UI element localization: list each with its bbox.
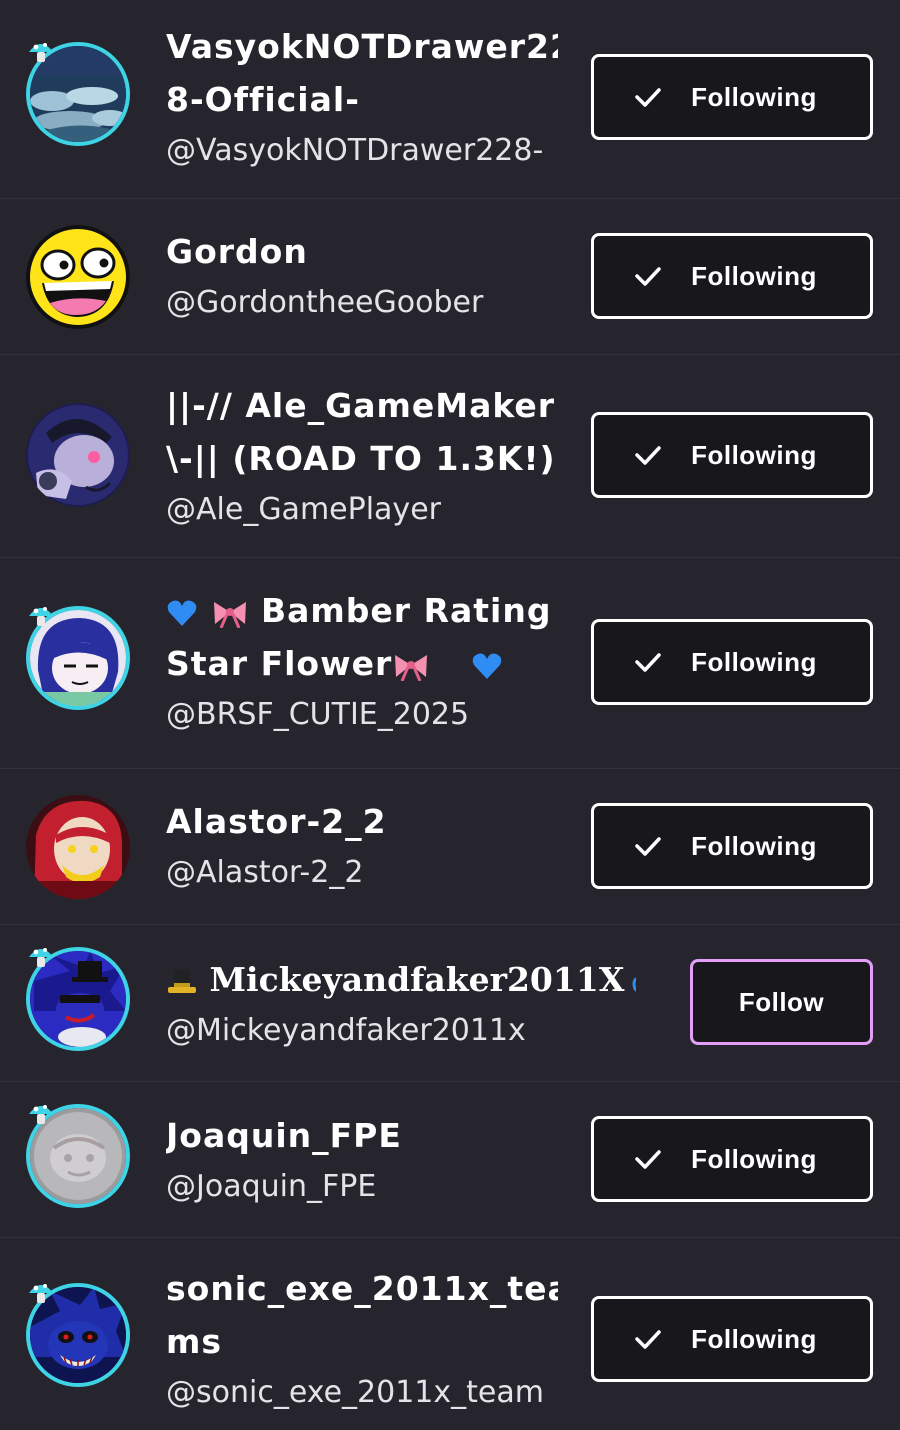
blue-heart-icon xyxy=(472,653,502,679)
following-button[interactable]: Following xyxy=(591,1296,873,1382)
mushroom-badge-icon xyxy=(29,607,53,626)
following-button[interactable]: Following xyxy=(591,233,873,319)
follow-button-label: Follow xyxy=(738,986,825,1017)
awesome-face-avatar xyxy=(26,225,130,329)
following-button-label: Following xyxy=(691,1143,817,1174)
follow-button[interactable]: Follow xyxy=(690,959,873,1045)
ribbon-icon xyxy=(395,654,428,681)
blue-heart-icon xyxy=(167,600,197,626)
following-button-label: Following xyxy=(691,260,817,291)
display-name-text: Bamber Rating xyxy=(261,591,552,630)
username-handle: @Alastor-2_2 xyxy=(166,855,364,890)
display-name: Gordon xyxy=(166,232,308,271)
user-info: ||-// Ale_GameMaker \ \-|| (ROAD TO 1.3K… xyxy=(166,379,558,535)
following-button[interactable]: Following xyxy=(591,1116,873,1202)
following-button-label: Following xyxy=(691,81,817,112)
avatar[interactable] xyxy=(26,795,130,899)
display-name-line2: Star Flower xyxy=(166,637,558,690)
check-icon xyxy=(635,1330,661,1349)
display-name: ||-// Ale_GameMaker \ xyxy=(166,386,558,425)
username-handle: @VasyokNOTDrawer228- xyxy=(166,133,544,168)
display-name: Mickeyandfaker2011X xyxy=(166,953,636,1006)
display-name-line2: ms xyxy=(166,1322,223,1361)
check-icon xyxy=(635,1150,661,1169)
display-name-text: Mickeyandfaker2011X xyxy=(209,960,625,999)
display-name: Bamber Rating xyxy=(166,584,558,637)
following-button-label: Following xyxy=(691,830,817,861)
following-button[interactable]: Following xyxy=(591,54,873,140)
username-handle: @Joaquin_FPE xyxy=(166,1169,377,1204)
mushroom-badge-icon xyxy=(29,43,53,62)
list-item[interactable]: Alastor-2_2 @Alastor-2_2 Following xyxy=(0,769,900,925)
display-name-line2: \-|| (ROAD TO 1.3K!)... xyxy=(166,439,558,478)
following-button-label: Following xyxy=(691,1323,817,1354)
display-name: sonic_exe_2011x_tea xyxy=(166,1269,558,1308)
list-item[interactable]: Bamber Rating Star Flower @BRSF_CUTIE_20… xyxy=(0,558,900,769)
display-name: VasyokNOTDrawer22 xyxy=(166,27,558,66)
username-handle: @sonic_exe_2011x_team xyxy=(166,1375,544,1410)
username-handle: @GordontheeGoober xyxy=(166,285,484,320)
list-item[interactable]: Mickeyandfaker2011X @Mickeyandfaker2011x… xyxy=(0,925,900,1082)
mushroom-badge-icon xyxy=(29,1105,53,1124)
top-hat-icon xyxy=(168,969,196,993)
cyclone-icon xyxy=(632,977,636,992)
list-item[interactable]: ||-// Ale_GameMaker \ \-|| (ROAD TO 1.3K… xyxy=(0,355,900,558)
check-icon xyxy=(635,653,661,672)
user-info: Bamber Rating Star Flower @BRSF_CUTIE_20… xyxy=(166,584,558,740)
check-icon xyxy=(635,267,661,286)
user-info: sonic_exe_2011x_tea ms @sonic_exe_2011x_… xyxy=(166,1262,558,1418)
following-list: VasyokNOTDrawer22 8-Official- @VasyokNOT… xyxy=(0,0,900,1430)
list-item[interactable]: VasyokNOTDrawer22 8-Official- @VasyokNOT… xyxy=(0,0,900,199)
singer-character-avatar xyxy=(26,403,130,507)
avatar[interactable] xyxy=(26,403,130,507)
display-name-text-line2: Star Flower xyxy=(166,644,393,683)
radio-demon-avatar xyxy=(26,795,130,899)
list-item[interactable]: sonic_exe_2011x_tea ms @sonic_exe_2011x_… xyxy=(0,1238,900,1430)
mushroom-badge-icon xyxy=(29,1284,53,1303)
username-handle: @Ale_GamePlayer xyxy=(166,492,441,527)
list-item[interactable]: Gordon @GordontheeGoober Following xyxy=(0,199,900,355)
display-name-line2: 8-Official- xyxy=(166,80,360,119)
user-info: VasyokNOTDrawer22 8-Official- @VasyokNOT… xyxy=(166,20,558,176)
following-button[interactable]: Following xyxy=(591,412,873,498)
username-handle: @Mickeyandfaker2011x xyxy=(166,1013,526,1048)
following-button-label: Following xyxy=(691,646,817,677)
following-button-label: Following xyxy=(691,439,817,470)
ribbon-icon xyxy=(213,601,246,628)
list-item[interactable]: Joaquin_FPE @Joaquin_FPE Following xyxy=(0,1082,900,1238)
following-button[interactable]: Following xyxy=(591,803,873,889)
username-handle: @BRSF_CUTIE_2025 xyxy=(166,697,470,732)
user-info: Alastor-2_2 @Alastor-2_2 xyxy=(166,795,558,898)
user-info: Joaquin_FPE @Joaquin_FPE xyxy=(166,1109,558,1212)
mushroom-badge-icon xyxy=(29,948,53,967)
display-name: Alastor-2_2 xyxy=(166,802,387,841)
following-button[interactable]: Following xyxy=(591,619,873,705)
user-info: Mickeyandfaker2011X @Mickeyandfaker2011x xyxy=(166,953,636,1056)
check-icon xyxy=(635,837,661,856)
check-icon xyxy=(635,446,661,465)
avatar[interactable] xyxy=(26,225,130,329)
display-name: Joaquin_FPE xyxy=(166,1116,402,1155)
check-icon xyxy=(635,88,661,107)
user-info: Gordon @GordontheeGoober xyxy=(166,225,558,328)
